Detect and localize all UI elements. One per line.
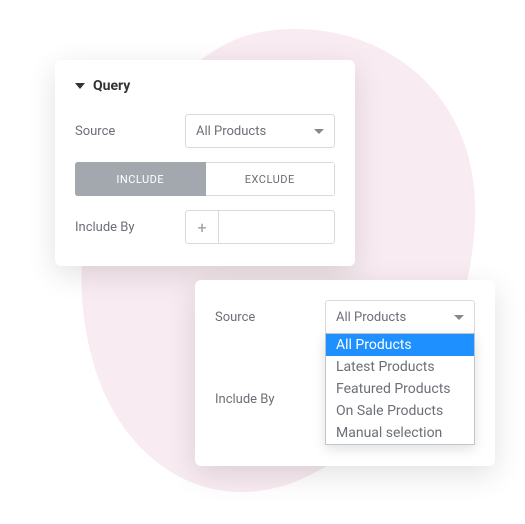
include-by-label-2: Include By xyxy=(215,392,325,407)
include-exclude-row: INCLUDE EXCLUDE xyxy=(75,162,335,196)
source-select-value: All Products xyxy=(196,124,266,139)
dropdown-option[interactable]: Featured Products xyxy=(326,378,474,400)
include-exclude-toggle: INCLUDE EXCLUDE xyxy=(75,162,335,196)
include-button[interactable]: INCLUDE xyxy=(75,162,206,196)
chevron-down-icon xyxy=(454,315,464,320)
source-dropdown-panel: Source All Products All Products Latest … xyxy=(195,280,495,466)
exclude-button[interactable]: EXCLUDE xyxy=(206,162,336,196)
plus-icon: + xyxy=(197,218,206,237)
source-select[interactable]: All Products xyxy=(185,114,335,148)
include-by-input[interactable] xyxy=(219,210,335,244)
source-row-2: Source All Products All Products Latest … xyxy=(215,300,475,334)
dropdown-option[interactable]: All Products xyxy=(326,334,474,356)
panel-header[interactable]: Query xyxy=(75,78,335,94)
dropdown-option[interactable]: Manual selection xyxy=(326,422,474,444)
panel-title: Query xyxy=(93,78,130,94)
source-label: Source xyxy=(75,124,185,139)
collapse-caret-icon xyxy=(75,83,85,89)
dropdown-option[interactable]: Latest Products xyxy=(326,356,474,378)
include-by-field: + xyxy=(185,210,335,244)
dropdown-option[interactable]: On Sale Products xyxy=(326,400,474,422)
source-row: Source All Products xyxy=(75,114,335,148)
include-by-label: Include By xyxy=(75,220,185,235)
source-dropdown: All Products Latest Products Featured Pr… xyxy=(325,333,475,445)
source-label-2: Source xyxy=(215,310,325,325)
include-by-row: Include By + xyxy=(75,210,335,244)
source-select-value-2: All Products xyxy=(336,310,406,325)
query-panel: Query Source All Products INCLUDE EXCLUD… xyxy=(55,60,355,266)
chevron-down-icon xyxy=(314,129,324,134)
add-button[interactable]: + xyxy=(185,210,219,244)
source-select-2[interactable]: All Products xyxy=(325,300,475,334)
